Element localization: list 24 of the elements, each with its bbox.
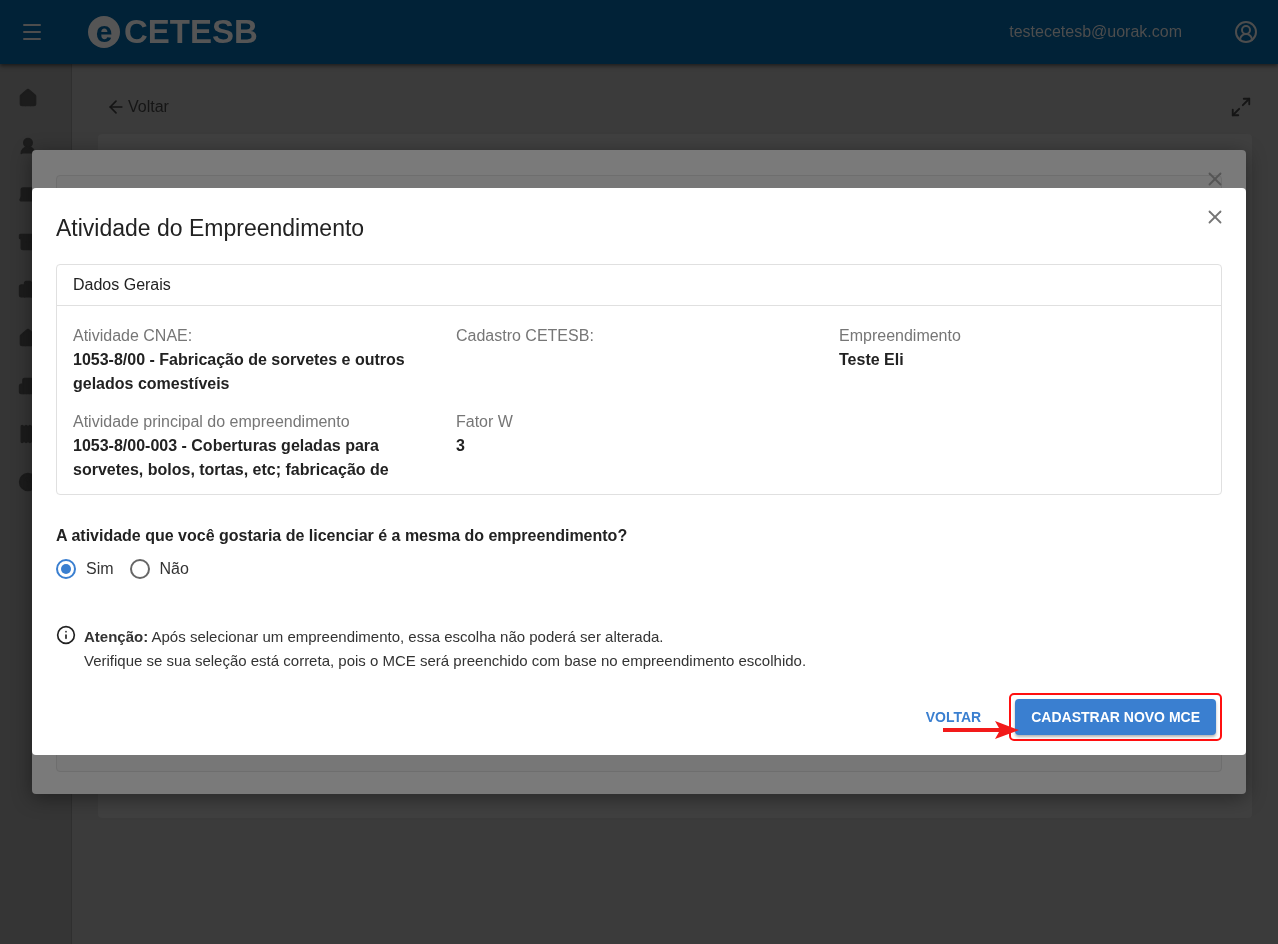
dialog-title: Atividade do Empreendimento (56, 214, 365, 243)
field-value: 3 (456, 436, 466, 456)
field-value: 1053-8/00-003 - Coberturas geladas para sorvetes, bolos, tortas, etc; fabricação de (73, 436, 390, 480)
question-text: A atividade que você gostaria de licenciar é a mesma do empreendimento? (56, 527, 629, 545)
radio-icon[interactable] (56, 559, 76, 579)
logo-text: CETESB (124, 13, 258, 51)
field-value: Teste Eli (839, 350, 905, 370)
field-value: 1053-8/00 - Fabricação de sorvetes e outros gelados comestíveis (73, 350, 406, 394)
notice-text: Atenção: Após selecionar um empreendimento, essa escolha não poderá ser alterada. (84, 627, 665, 647)
field-label: Atividade principal do empreendimento (73, 412, 351, 432)
field-label: Atividade CNAE: (73, 326, 194, 346)
register-button[interactable]: CADASTRAR NOVO MCE (1015, 699, 1216, 735)
back-button[interactable]: VOLTAR (925, 701, 982, 733)
user-email: testecetesb@uorak.com (1009, 23, 1182, 41)
notice-text: Verifique se sua seleção está correta, pois o MCE será preenchido com base no empreendimento escolhido. (84, 651, 807, 671)
field-label: Cadastro CETESB: (456, 326, 595, 346)
radio-icon[interactable] (129, 559, 150, 579)
logo-mark: e (88, 16, 120, 48)
card-title: Dados Gerais (57, 265, 1221, 306)
info-icon (56, 625, 76, 645)
field-label: Empreendimento (839, 326, 962, 346)
radio-option[interactable]: Sim (56, 559, 114, 579)
radio-option[interactable]: Não (129, 559, 189, 579)
field-label: Fator W (456, 412, 514, 432)
